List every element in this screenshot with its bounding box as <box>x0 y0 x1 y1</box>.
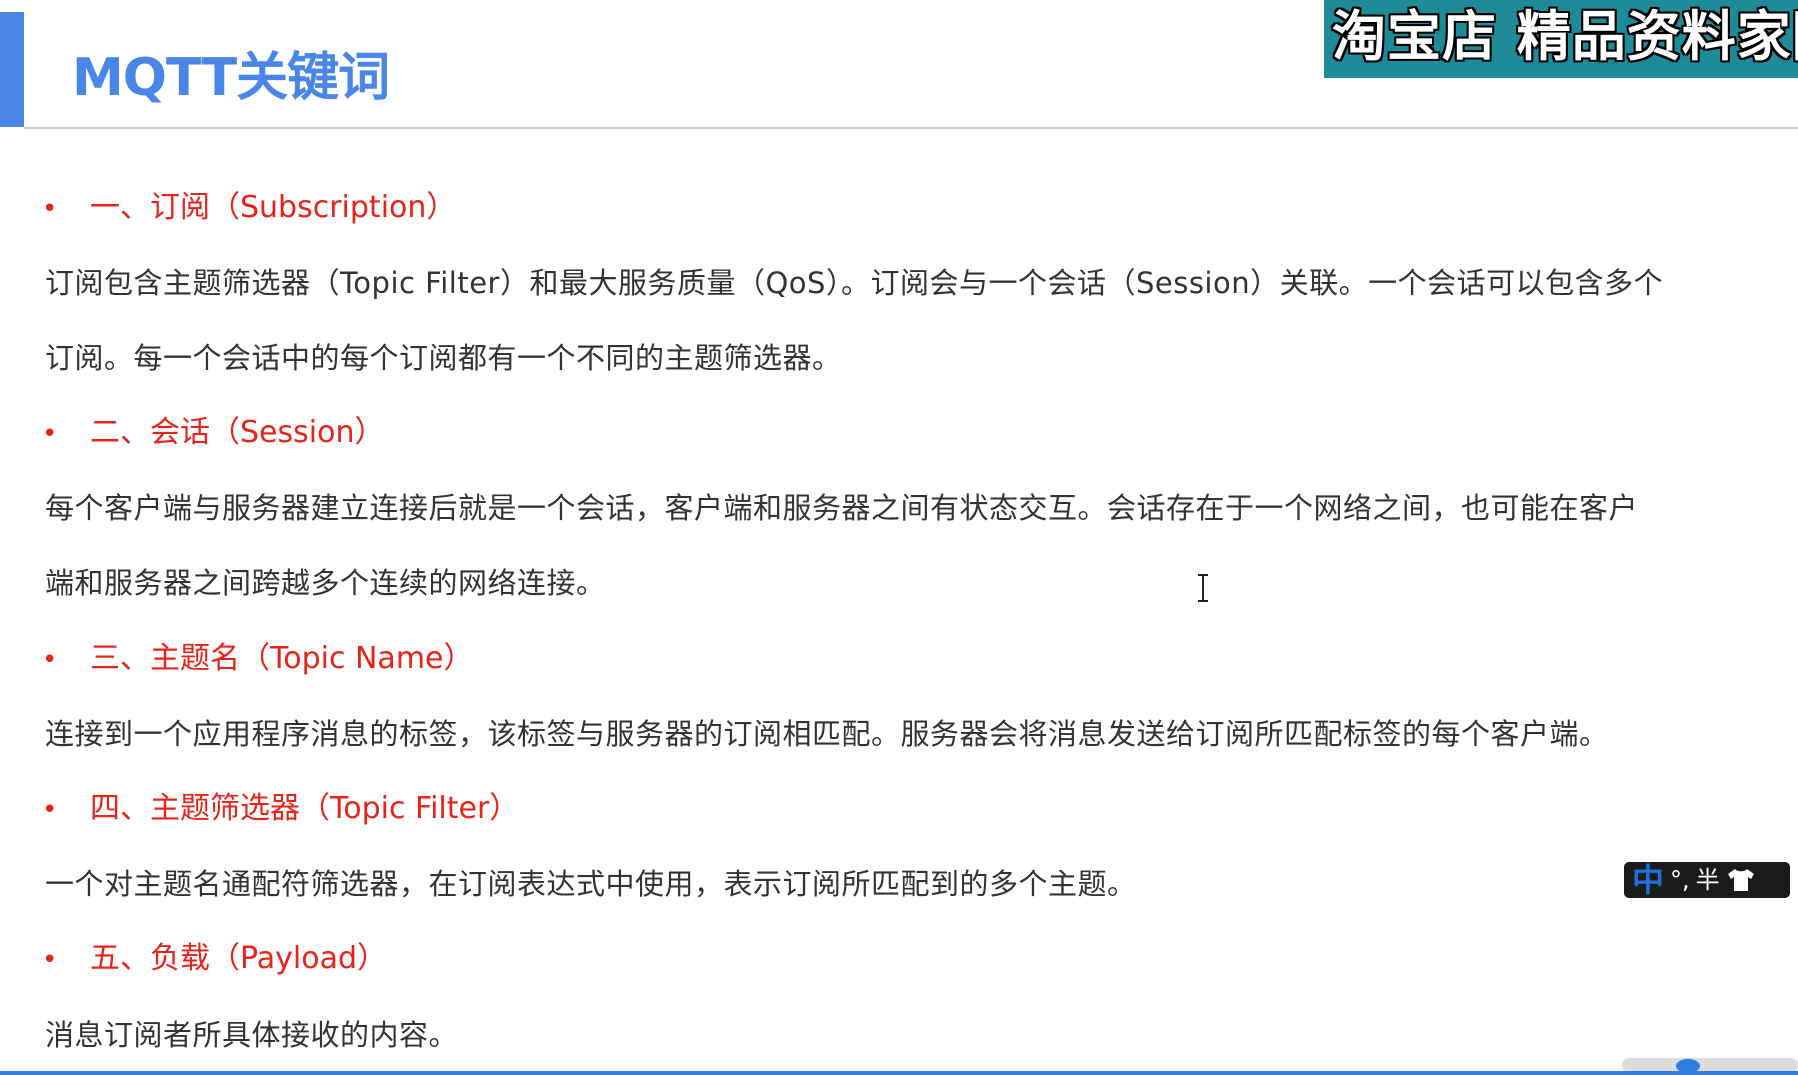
ime-punctuation-button[interactable]: °, <box>1670 862 1690 898</box>
heading-text: 三、主题名（Topic Name） <box>90 641 474 676</box>
page-title: MQTT关键词 <box>72 48 390 108</box>
heading-text: 五、负载（Payload） <box>90 941 387 976</box>
paragraph-line: 消息订阅者所具体接收的内容。 <box>45 1018 459 1052</box>
shirt-icon[interactable] <box>1726 867 1756 893</box>
heading-text: 一、订阅（Subscription） <box>90 190 457 225</box>
heading-text: 二、会话（Session） <box>90 415 385 450</box>
ime-chinese-mode-button[interactable]: 中 <box>1632 862 1664 898</box>
paragraph-line: 端和服务器之间跨越多个连续的网络连接。 <box>45 566 606 600</box>
watermark-text: 淘宝店 精品资料家园 <box>1332 5 1798 68</box>
slide-page: MQTT关键词 淘宝店 精品资料家园 • 一、订阅（Subscription） 订… <box>0 0 1798 1075</box>
bullet-icon: • <box>42 645 58 675</box>
bullet-icon: • <box>42 194 58 224</box>
bullet-icon: • <box>42 945 58 975</box>
paragraph-line: 连接到一个应用程序消息的标签，该标签与服务器的订阅相匹配。服务器会将消息发送给订… <box>45 717 1609 751</box>
section-heading-subscription: • 一、订阅（Subscription） <box>42 188 456 229</box>
bottom-border <box>0 1071 1798 1075</box>
paragraph-line: 订阅包含主题筛选器（Topic Filter）和最大服务质量（QoS）。订阅会与… <box>45 266 1664 300</box>
ime-half-width-button[interactable]: 半 <box>1696 862 1720 898</box>
watermark-banner: 淘宝店 精品资料家园 <box>1324 0 1798 78</box>
section-heading-session: • 二、会话（Session） <box>42 413 384 454</box>
text-cursor-icon <box>1198 574 1208 602</box>
section-heading-payload: • 五、负载（Payload） <box>42 939 387 980</box>
header-divider <box>24 127 1798 129</box>
scrollbar-track[interactable] <box>1622 1058 1798 1072</box>
ime-toolbar[interactable]: 中 °, 半 <box>1624 862 1790 898</box>
paragraph-line: 每个客户端与服务器建立连接后就是一个会话，客户端和服务器之间有状态交互。会话存在… <box>45 491 1639 525</box>
section-heading-topic-filter: • 四、主题筛选器（Topic Filter） <box>42 789 519 830</box>
bullet-icon: • <box>42 419 58 449</box>
title-accent-bar <box>0 12 24 127</box>
heading-text: 四、主题筛选器（Topic Filter） <box>90 791 520 826</box>
paragraph-line: 订阅。每一个会话中的每个订阅都有一个不同的主题筛选器。 <box>45 341 842 375</box>
bullet-icon: • <box>42 795 58 825</box>
section-heading-topic-name: • 三、主题名（Topic Name） <box>42 639 474 680</box>
paragraph-line: 一个对主题名通配符筛选器，在订阅表达式中使用，表示订阅所匹配到的多个主题。 <box>45 867 1137 901</box>
